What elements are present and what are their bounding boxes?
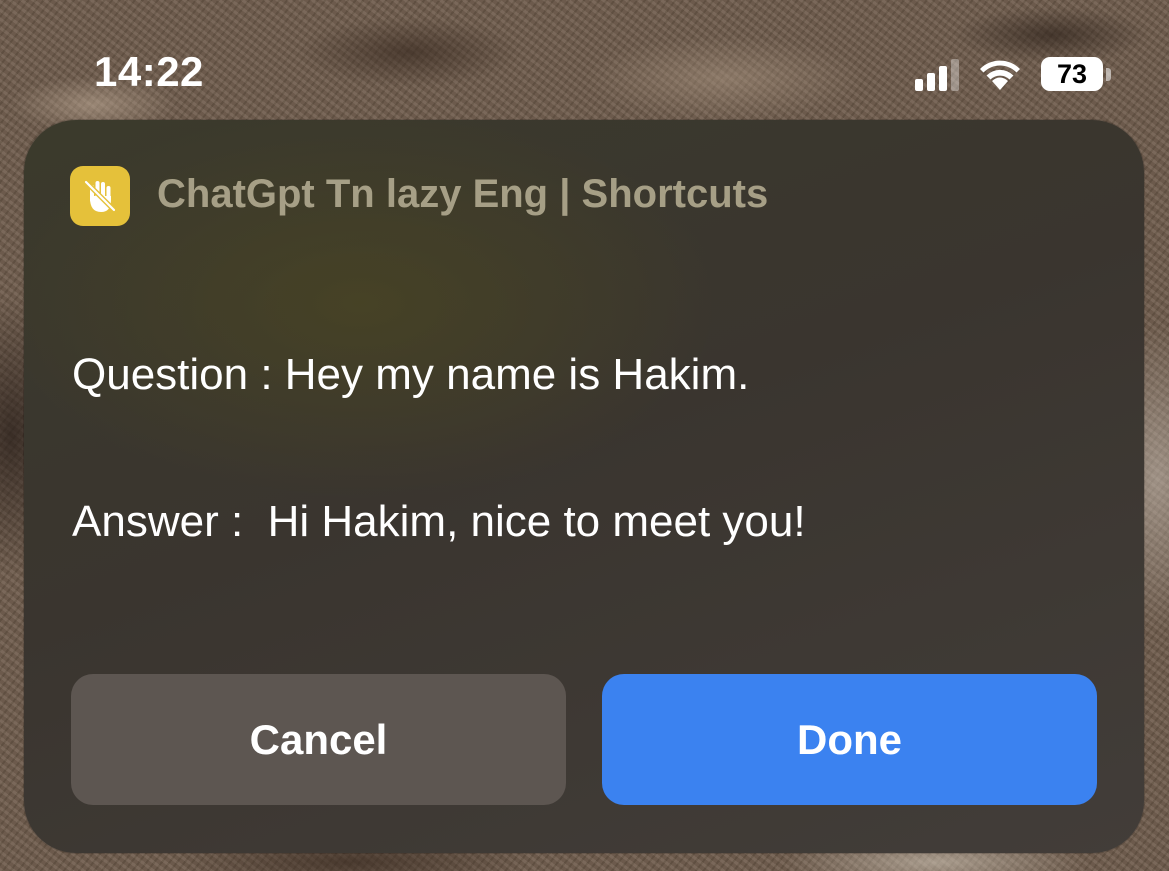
battery-percent: 73 bbox=[1041, 57, 1103, 91]
cellular-signal-icon bbox=[915, 57, 959, 91]
answer-text: Answer : Hi Hakim, nice to meet you! bbox=[72, 497, 806, 546]
question-text: Question : Hey my name is Hakim. bbox=[72, 350, 750, 399]
lock-screen-background: 14:22 73 ChatGpt Tn lazy Eng | Shortcuts… bbox=[0, 0, 1169, 871]
status-bar-icons: 73 bbox=[915, 54, 1111, 94]
app-title: ChatGpt Tn lazy Eng | Shortcuts bbox=[157, 172, 769, 216]
cancel-button[interactable]: Cancel bbox=[71, 674, 566, 805]
shortcut-result-alert: ChatGpt Tn lazy Eng | Shortcuts Question… bbox=[24, 120, 1144, 853]
wifi-icon bbox=[980, 60, 1020, 90]
status-bar-time: 14:22 bbox=[94, 48, 204, 95]
hand-slash-icon bbox=[70, 166, 130, 226]
battery-icon: 73 bbox=[1041, 57, 1111, 91]
done-button[interactable]: Done bbox=[602, 674, 1097, 805]
